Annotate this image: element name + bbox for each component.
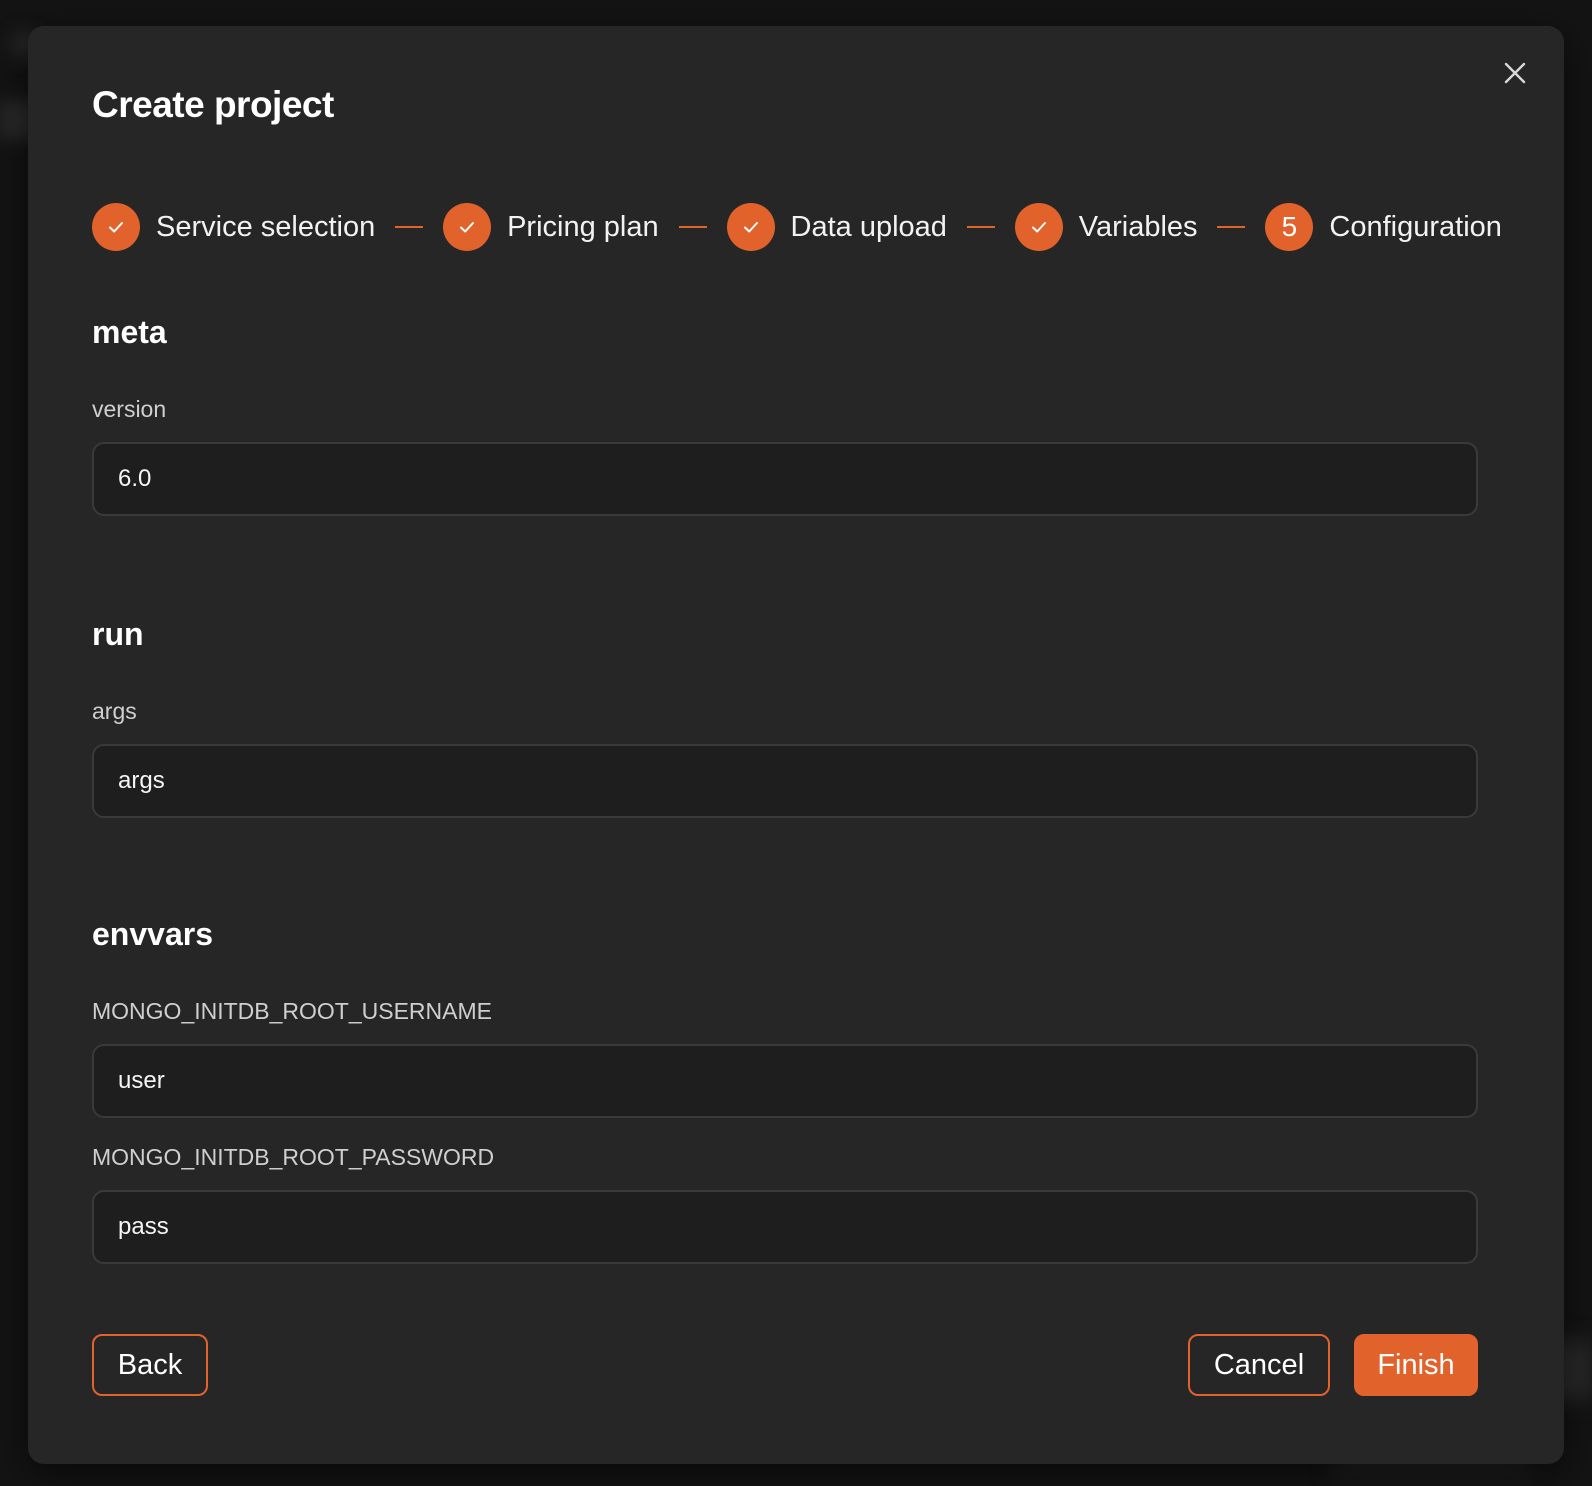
step-label: Data upload — [790, 210, 947, 243]
dialog-title: Create project — [92, 84, 334, 125]
finish-button[interactable]: Finish — [1354, 1334, 1478, 1396]
back-button[interactable]: Back — [92, 1334, 208, 1396]
check-icon — [1031, 222, 1046, 233]
field-label-root-password: MONGO_INITDB_ROOT_PASSWORD — [92, 1144, 495, 1170]
step-completed-badge — [443, 203, 492, 251]
step-divider — [966, 226, 995, 228]
check-icon — [460, 222, 475, 233]
step-label: Service selection — [156, 210, 376, 243]
step-service-selection[interactable]: Service selection — [92, 203, 375, 251]
step-variables[interactable]: Variables — [1014, 203, 1198, 251]
version-input[interactable] — [92, 442, 1478, 516]
field-label-args: args — [92, 698, 137, 724]
stepper: Service selection Pricing plan Data uplo… — [92, 202, 1502, 252]
step-label: Pricing plan — [507, 210, 659, 243]
step-label: Variables — [1078, 210, 1198, 243]
args-input[interactable] — [92, 744, 1478, 818]
step-divider — [678, 226, 707, 228]
section-heading-meta: meta — [92, 314, 167, 350]
create-project-dialog: Create project Service selection Pricing… — [28, 26, 1564, 1464]
step-divider — [1217, 226, 1246, 228]
root-username-input[interactable] — [92, 1044, 1478, 1118]
section-heading-envvars: envvars — [92, 916, 213, 952]
step-completed-badge — [1014, 203, 1063, 251]
check-icon — [743, 222, 758, 233]
root-password-input[interactable] — [92, 1190, 1478, 1264]
step-data-upload[interactable]: Data upload — [726, 203, 947, 251]
step-configuration[interactable]: 5 Configuration — [1265, 203, 1502, 251]
field-label-root-username: MONGO_INITDB_ROOT_USERNAME — [92, 998, 492, 1024]
step-number-badge: 5 — [1265, 203, 1314, 251]
step-pricing-plan[interactable]: Pricing plan — [443, 203, 659, 251]
close-button[interactable] — [1502, 60, 1528, 86]
close-icon — [1504, 62, 1526, 84]
step-completed-badge — [92, 203, 140, 251]
section-heading-run: run — [92, 616, 144, 652]
check-icon — [109, 222, 123, 233]
step-label: Configuration — [1329, 210, 1502, 243]
step-divider — [395, 226, 424, 228]
cancel-button[interactable]: Cancel — [1188, 1334, 1330, 1396]
step-completed-badge — [726, 203, 775, 251]
field-label-version: version — [92, 396, 167, 422]
